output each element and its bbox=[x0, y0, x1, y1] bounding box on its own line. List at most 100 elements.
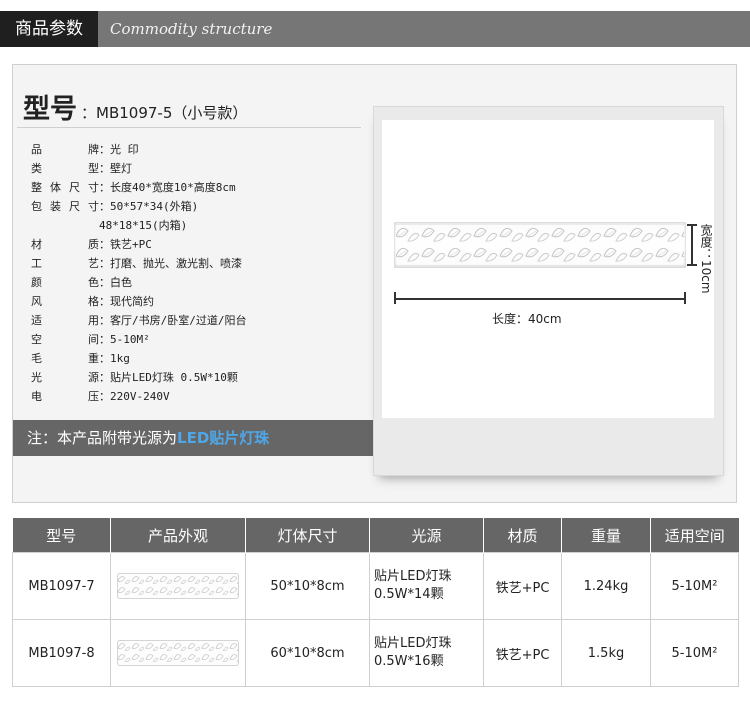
spec-sep: ： bbox=[99, 238, 110, 251]
wall-lamp-illustration bbox=[394, 222, 686, 268]
column-header: 材质 bbox=[483, 518, 562, 553]
spec-sep: ： bbox=[99, 162, 110, 175]
column-header: 灯体尺寸 bbox=[245, 518, 370, 553]
column-header: 产品外观 bbox=[110, 518, 246, 553]
spec-row: 48*18*15(内箱) bbox=[31, 216, 371, 235]
spec-sep: ： bbox=[99, 143, 110, 156]
model-heading: 型号 ：MB1097-5（小号款） bbox=[23, 87, 248, 125]
spec-value: 铁艺+PC bbox=[110, 238, 152, 251]
spec-row: 光 源：贴片LED灯珠 0.5W*10颗 bbox=[31, 368, 371, 387]
length-label: 长度：40cm bbox=[492, 312, 562, 326]
spec-row: 颜 色：白色 bbox=[31, 273, 371, 292]
source-line: 0.5W*14颗 bbox=[374, 587, 444, 602]
spec-row: 电 压：220V-240V bbox=[31, 387, 371, 406]
weight-cell: 1.24kg bbox=[561, 552, 651, 620]
spec-row: 材 质：铁艺+PC bbox=[31, 235, 371, 254]
product-image: 长度：40cm 宽度：10cm bbox=[382, 120, 714, 418]
spec-key: 空 间 bbox=[31, 333, 99, 346]
spec-row: 类 型：壁灯 bbox=[31, 159, 371, 178]
divider bbox=[17, 127, 361, 128]
spec-sep: ： bbox=[99, 200, 110, 213]
spec-sep: ： bbox=[99, 390, 110, 403]
table-row: MB1097-8 60*10*8cm 贴片LED灯珠 0.5W*16颗 铁艺+PC… bbox=[12, 619, 739, 687]
spec-row: 工 艺：打磨、抛光、激光割、喷漆 bbox=[31, 254, 371, 273]
model-cell: MB1097-7 bbox=[12, 552, 111, 620]
spec-row: 品 牌：光 印 bbox=[31, 140, 371, 159]
spec-value: 白色 bbox=[110, 276, 132, 289]
spec-key: 工 艺 bbox=[31, 257, 99, 270]
length-tick-left bbox=[394, 292, 396, 304]
table-header-row: 型号 产品外观 灯体尺寸 光源 材质 重量 适用空间 bbox=[12, 518, 739, 553]
source-line: 贴片LED灯珠 bbox=[374, 569, 452, 584]
model-label: 型号 bbox=[23, 94, 77, 125]
appearance-cell bbox=[110, 619, 246, 687]
source-line: 贴片LED灯珠 bbox=[374, 636, 452, 651]
spec-sep: ： bbox=[99, 295, 110, 308]
spec-value: 1kg bbox=[110, 352, 130, 365]
spec-row: 适 用：客厅/书房/卧室/过道/阳台 bbox=[31, 311, 371, 330]
length-tick-right bbox=[684, 292, 686, 304]
model-value: ：MB1097-5（小号款） bbox=[81, 104, 248, 122]
light-source-cell: 贴片LED灯珠 0.5W*16颗 bbox=[369, 619, 484, 687]
column-header: 型号 bbox=[12, 518, 111, 553]
length-dimension-line bbox=[394, 298, 686, 300]
width-dimension-line bbox=[691, 224, 693, 266]
spec-value: 5-10M² bbox=[110, 333, 150, 346]
spec-key: 毛 重 bbox=[31, 352, 99, 365]
note-highlight: LED贴片灯珠 bbox=[177, 429, 270, 447]
spec-row: 包装尺寸：50*57*34(外箱) bbox=[31, 197, 371, 216]
spec-value: 长度40*宽度10*高度8cm bbox=[110, 181, 236, 194]
spec-value: 48*18*15(内箱) bbox=[99, 219, 188, 232]
spec-value: 光 印 bbox=[110, 143, 139, 156]
spec-key: 品 牌 bbox=[31, 143, 99, 156]
width-tick-top bbox=[687, 224, 697, 226]
spec-sep: ： bbox=[99, 371, 110, 384]
light-source-note: 注：本产品附带光源为LED贴片灯珠 bbox=[13, 420, 378, 456]
weight-cell: 1.5kg bbox=[561, 619, 651, 687]
model-cell: MB1097-8 bbox=[12, 619, 111, 687]
column-header: 适用空间 bbox=[650, 518, 739, 553]
spec-value: 客厅/书房/卧室/过道/阳台 bbox=[110, 314, 247, 327]
spec-sep: ： bbox=[99, 276, 110, 289]
spec-key: 颜 色 bbox=[31, 276, 99, 289]
spec-value: 220V-240V bbox=[110, 390, 170, 403]
spec-key: 整体尺寸 bbox=[31, 181, 99, 194]
space-cell: 5-10M² bbox=[650, 552, 739, 620]
spec-key: 光 源 bbox=[31, 371, 99, 384]
spec-key: 类 型 bbox=[31, 162, 99, 175]
spec-value: 50*57*34(外箱) bbox=[110, 200, 199, 213]
spec-key: 材 质 bbox=[31, 238, 99, 251]
material-cell: 铁艺+PC bbox=[483, 552, 562, 620]
wall-lamp-thumbnail bbox=[117, 573, 239, 599]
section-title-cn: 商品参数 bbox=[0, 11, 98, 47]
model-table: 型号 产品外观 灯体尺寸 光源 材质 重量 适用空间 MB1097-7 50*1… bbox=[12, 518, 739, 687]
wall-lamp-thumbnail bbox=[117, 640, 239, 666]
source-line: 0.5W*16颗 bbox=[374, 654, 444, 669]
spec-panel: 型号 ：MB1097-5（小号款） 品 牌：光 印 类 型：壁灯 整体尺寸：长度4… bbox=[12, 64, 737, 503]
column-header: 光源 bbox=[369, 518, 484, 553]
spec-value: 打磨、抛光、激光割、喷漆 bbox=[110, 257, 242, 270]
appearance-cell bbox=[110, 552, 246, 620]
spec-row: 风 格：现代简约 bbox=[31, 292, 371, 311]
spec-sep: ： bbox=[99, 181, 110, 194]
spec-value: 贴片LED灯珠 0.5W*10颗 bbox=[110, 371, 238, 384]
spec-value: 壁灯 bbox=[110, 162, 132, 175]
width-label: 宽度：10cm bbox=[699, 224, 713, 294]
spec-key: 风 格 bbox=[31, 295, 99, 308]
column-header: 重量 bbox=[561, 518, 651, 553]
spec-sep: ： bbox=[99, 257, 110, 270]
spec-row: 毛 重：1kg bbox=[31, 349, 371, 368]
spec-sep: ： bbox=[99, 314, 110, 327]
spec-row: 整体尺寸：长度40*宽度10*高度8cm bbox=[31, 178, 371, 197]
width-tick-bottom bbox=[687, 264, 697, 266]
spec-key: 包装尺寸 bbox=[31, 200, 99, 213]
spec-row: 空 间：5-10M² bbox=[31, 330, 371, 349]
product-image-card: 长度：40cm 宽度：10cm bbox=[373, 106, 724, 476]
space-cell: 5-10M² bbox=[650, 619, 739, 687]
spec-sep: ： bbox=[99, 352, 110, 365]
size-cell: 60*10*8cm bbox=[245, 619, 370, 687]
section-title-en: Commodity structure bbox=[110, 20, 273, 38]
note-prefix: 注：本产品附带光源为 bbox=[27, 429, 178, 447]
size-cell: 50*10*8cm bbox=[245, 552, 370, 620]
spec-value: 现代简约 bbox=[110, 295, 154, 308]
